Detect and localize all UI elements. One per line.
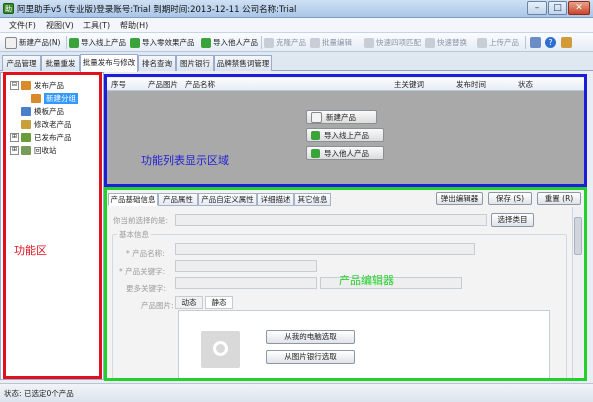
app-icon: 助 bbox=[3, 3, 14, 14]
toolbar: 新建产品(N) 导入线上产品 导入零效果产品 导入他人产品 克隆产品 批量编辑 … bbox=[0, 33, 593, 52]
quick-replace-icon bbox=[425, 37, 435, 48]
function-area-highlight bbox=[3, 72, 102, 379]
new-product-icon bbox=[5, 36, 17, 49]
toolbar-label: 上传产品 bbox=[489, 38, 519, 47]
minimize-icon[interactable]: – bbox=[527, 1, 547, 15]
clone-icon bbox=[264, 37, 274, 48]
list-area-highlight bbox=[104, 74, 587, 187]
toolbar-label: 导入线上产品 bbox=[81, 38, 126, 47]
toolbar-new-product-button[interactable]: 新建产品(N) bbox=[5, 35, 60, 50]
toolbar-label: 新建产品(N) bbox=[19, 38, 61, 47]
tab-batch-republish[interactable]: 批量重发 bbox=[41, 55, 80, 71]
toolbar-import-others-button[interactable]: 导入他人产品 bbox=[201, 35, 258, 50]
tab-batch-publish-modify[interactable]: 批量发布与修改 bbox=[80, 54, 138, 72]
menu-help[interactable]: 帮助(H) bbox=[120, 20, 148, 31]
close-icon[interactable]: ✕ bbox=[568, 1, 590, 15]
status-label: 状态: bbox=[4, 389, 22, 398]
tab-product-management[interactable]: 产品管理 bbox=[2, 55, 41, 71]
tab-image-bank[interactable]: 图片银行 bbox=[176, 55, 214, 71]
tab-brand-banned-words[interactable]: 品牌禁售词管理 bbox=[214, 55, 272, 71]
menu-view[interactable]: 视图(V) bbox=[46, 20, 74, 31]
toolbar-quick-match-button[interactable]: 快速四项匹配 bbox=[364, 35, 421, 50]
toolbar-label: 快速替换 bbox=[437, 38, 467, 47]
status-text: 已选定0个产品 bbox=[24, 389, 74, 398]
toolbar-label: 批量编辑 bbox=[322, 38, 352, 47]
toolbar-import-online-button[interactable]: 导入线上产品 bbox=[69, 35, 126, 50]
annotation-function-area: 功能区 bbox=[14, 244, 47, 257]
toolbar-label: 导入零效果产品 bbox=[142, 38, 195, 47]
help-icon[interactable]: ? bbox=[545, 37, 556, 48]
menu-tools[interactable]: 工具(T) bbox=[83, 20, 110, 31]
toolbar-label: 克隆产品 bbox=[276, 38, 306, 47]
import-zero-icon bbox=[130, 37, 140, 48]
annotation-editor-area: 产品编辑器 bbox=[339, 274, 394, 287]
menu-bar: 文件(F) 视图(V) 工具(T) 帮助(H) bbox=[0, 18, 593, 33]
annotation-list-area: 功能列表显示区域 bbox=[141, 154, 229, 167]
quick-match-icon bbox=[364, 37, 374, 48]
window-title: 阿里助手v5 (专业版)登录账号:Trial 到期时间:2013-12-11 公… bbox=[17, 5, 297, 15]
main-tab-bar: 产品管理 批量重发 批量发布与修改 排名查询 图片银行 品牌禁售词管理 bbox=[0, 52, 593, 72]
toolbar-label: 快速四项匹配 bbox=[376, 38, 421, 47]
toolbar-label: 导入他人产品 bbox=[213, 38, 258, 47]
batch-edit-icon bbox=[310, 37, 320, 48]
import-online-icon bbox=[69, 37, 79, 48]
toolbar-batch-edit-button[interactable]: 批量编辑 bbox=[310, 35, 352, 50]
upload-icon bbox=[477, 37, 487, 48]
toolbar-separator bbox=[261, 36, 262, 49]
toolbar-separator bbox=[66, 36, 67, 49]
toolbar-separator bbox=[525, 36, 526, 49]
toolbar-import-zero-button[interactable]: 导入零效果产品 bbox=[130, 35, 195, 50]
import-others-icon bbox=[201, 37, 211, 48]
status-bar: 状态: 已选定0个产品 bbox=[0, 383, 593, 402]
toolbar-clone-button[interactable]: 克隆产品 bbox=[264, 35, 306, 50]
menu-file[interactable]: 文件(F) bbox=[9, 20, 36, 31]
maximize-icon[interactable]: □ bbox=[548, 1, 567, 15]
toolbar-quick-replace-button[interactable]: 快速替换 bbox=[425, 35, 467, 50]
settings-icon[interactable] bbox=[530, 37, 541, 48]
toolbar-upload-button[interactable]: 上传产品 bbox=[477, 35, 519, 50]
user-icon[interactable] bbox=[561, 37, 572, 48]
title-bar: 助 阿里助手v5 (专业版)登录账号:Trial 到期时间:2013-12-11… bbox=[0, 0, 593, 18]
tab-ranking-query[interactable]: 排名查询 bbox=[138, 55, 176, 71]
